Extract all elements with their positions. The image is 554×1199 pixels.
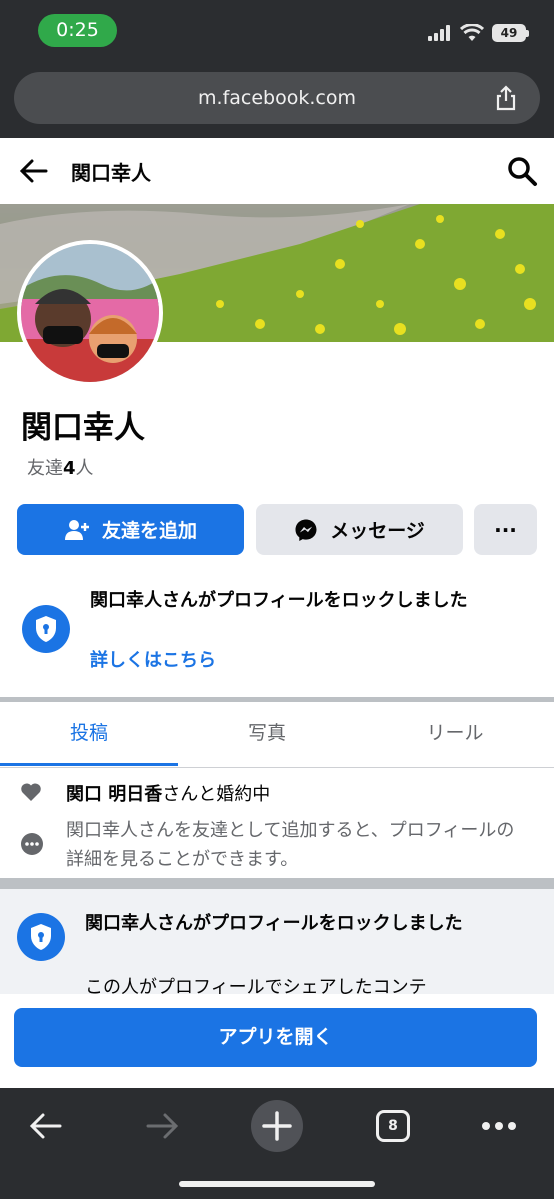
more-dots-icon: ···	[494, 517, 517, 542]
lock-card-title: 関口幸人さんがプロフィールをロックしました	[85, 913, 463, 934]
more-options-button[interactable]: ···	[474, 504, 537, 555]
status-time: 0:25	[38, 14, 117, 47]
learn-more-link[interactable]: 詳しくはこちら	[90, 646, 216, 672]
status-bar: 0:25 49	[0, 0, 554, 62]
system-icons: 49	[428, 22, 529, 44]
signal-icon	[428, 25, 450, 41]
tab-posts[interactable]: 投稿	[0, 702, 178, 766]
share-icon[interactable]	[492, 84, 520, 112]
profile-name: 関口幸人	[21, 410, 145, 446]
new-tab-button[interactable]	[251, 1100, 303, 1152]
page-header: 関口幸人	[0, 138, 554, 204]
tab-reels[interactable]: リール	[366, 702, 544, 766]
relationship-suffix: さんと婚約中	[162, 784, 271, 805]
home-indicator	[179, 1181, 375, 1187]
browser-back-button[interactable]	[24, 1100, 68, 1152]
tab-count-icon: 8	[376, 1110, 410, 1142]
lock-notice-title: 関口幸人さんがプロフィールをロックしました	[90, 590, 468, 611]
plus-icon	[251, 1100, 303, 1152]
url-text: m.facebook.com	[198, 87, 356, 109]
add-friend-label: 友達を追加	[101, 520, 197, 542]
tab-photos[interactable]: 写真	[178, 702, 356, 766]
more-horizontal-icon	[482, 1122, 516, 1130]
profile-tabs: 投稿 写真 リール	[0, 702, 554, 768]
friends-prefix: 友達	[27, 458, 63, 479]
back-arrow-icon[interactable]	[18, 156, 50, 186]
message-label: メッセージ	[330, 520, 425, 542]
message-button[interactable]: メッセージ	[256, 504, 463, 555]
add-friend-icon	[64, 519, 89, 540]
avatar-image	[21, 244, 159, 382]
add-friend-button[interactable]: 友達を追加	[17, 504, 244, 555]
profile-lock-card: 関口幸人さんがプロフィールをロックしました この人がプロフィールでシェアしたコン…	[0, 889, 554, 999]
relationship-status: 関口 明日香さんと婚約中	[66, 780, 270, 806]
browser-forward-button[interactable]	[140, 1100, 184, 1152]
url-bar[interactable]: m.facebook.com	[14, 72, 540, 124]
battery-icon: 49	[492, 24, 529, 42]
search-icon[interactable]	[506, 155, 538, 187]
browser-address-area: m.facebook.com	[0, 62, 554, 138]
browser-toolbar: 8	[0, 1088, 554, 1199]
heart-icon	[21, 783, 41, 801]
friends-suffix: 人	[75, 458, 94, 479]
forward-arrow-icon	[146, 1113, 179, 1139]
profile-lock-notice: 関口幸人さんがプロフィールをロックしました 詳しくはこちら	[0, 572, 554, 697]
profile-info: 関口 明日香さんと婚約中 関口幸人さんを友達として追加すると、プロフィールの詳細…	[0, 770, 554, 878]
add-friend-note: 関口幸人さんを友達として追加すると、プロフィールの詳細を見ることができます。	[66, 820, 515, 870]
messenger-icon	[295, 519, 317, 541]
relationship-partner-link[interactable]: 関口 明日香	[66, 784, 162, 805]
header-title: 関口幸人	[71, 161, 151, 185]
friends-number: 4	[63, 458, 76, 479]
section-divider	[0, 878, 554, 889]
more-dots-circle-icon	[21, 833, 43, 855]
back-arrow-icon	[29, 1113, 62, 1139]
lock-shield-icon	[22, 605, 70, 653]
friends-count[interactable]: 友達4人	[27, 454, 94, 480]
open-app-button[interactable]: アプリを開く	[14, 1008, 537, 1067]
open-app-bar: アプリを開く	[0, 994, 554, 1088]
wifi-icon	[460, 24, 484, 41]
profile-avatar[interactable]	[17, 240, 163, 386]
tab-switcher-button[interactable]: 8	[373, 1100, 413, 1152]
lock-shield-icon	[17, 913, 65, 961]
browser-menu-button[interactable]	[478, 1100, 520, 1152]
